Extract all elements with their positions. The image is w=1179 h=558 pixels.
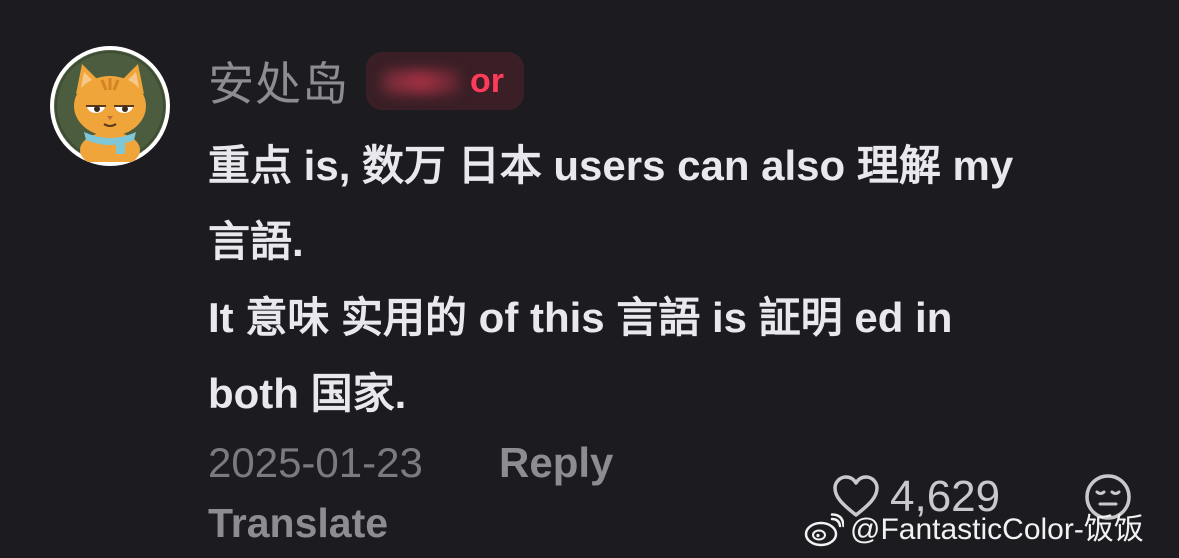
translate-button[interactable]: Translate <box>208 496 388 550</box>
user-badge: or <box>366 52 524 110</box>
comment-text: 重点 is, 数万 日本 users can also 理解 my 言語. It… <box>208 128 1138 432</box>
comment-line: It 意味 实用的 of this 言語 is 証明 ed in <box>208 294 953 341</box>
comment-line: 言語. <box>208 218 304 265</box>
weibo-watermark: @FantasticColor-饭饭 <box>804 510 1144 550</box>
username[interactable]: 安处岛 <box>208 56 349 112</box>
comment-date: 2025-01-23 <box>208 439 423 486</box>
comment-line: both 国家. <box>208 370 407 417</box>
watermark-text: @FantasticColor-饭饭 <box>850 513 1144 546</box>
avatar[interactable] <box>50 46 170 166</box>
weibo-logo-icon <box>804 513 844 547</box>
badge-label: or <box>470 62 504 100</box>
reply-button[interactable]: Reply <box>499 436 613 490</box>
badge-blurred-text <box>382 70 460 94</box>
comment-line: 重点 is, 数万 日本 users can also 理解 my <box>208 142 1014 189</box>
cartoon-cat-avatar-icon <box>54 50 166 162</box>
